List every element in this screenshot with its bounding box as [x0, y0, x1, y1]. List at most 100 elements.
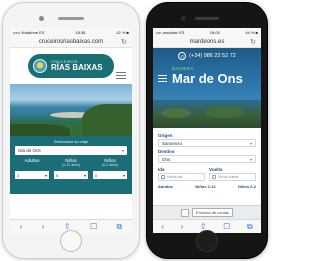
- brand-name: Mar de Ons: [172, 70, 243, 86]
- chevron-down-icon: ▾: [249, 140, 252, 146]
- battery-label: 42 % ■: [116, 29, 129, 35]
- front-camera-icon: [181, 16, 186, 21]
- ida-date-field[interactable]: Fecha ida: [158, 173, 205, 181]
- adults-label-text: Adultos: [24, 158, 40, 163]
- destination-select[interactable]: Ons ▾: [158, 155, 256, 163]
- hill-shape-2: [10, 124, 70, 136]
- adults-label: Adultos: [158, 184, 173, 189]
- dates-row: Ida Fecha ida Vuelta Fecha vuelta: [158, 165, 256, 181]
- origin-label: Origen: [158, 133, 173, 138]
- picker-label[interactable]: Próxima de contas: [191, 208, 234, 217]
- time-label: 18:38: [75, 29, 86, 35]
- white-phone: ••••• Vodafone ES 18:38 42 % ■ cruceiros…: [2, 2, 140, 259]
- children-label: Niños (2-12 años): [54, 158, 88, 170]
- tabs-icon[interactable]: ⧉: [117, 222, 123, 231]
- status-bar: ••••• Vodafone ES 18:38 42 % ■: [10, 28, 132, 36]
- kids-select[interactable]: 0 ▾: [93, 171, 127, 179]
- kids-value: 0: [95, 172, 98, 178]
- left-screen: ••••• Vodafone ES 18:38 42 % ■ cruceiros…: [10, 28, 132, 233]
- reload-icon[interactable]: ↻: [121, 38, 127, 46]
- home-button[interactable]: [196, 230, 218, 252]
- kids-range: (0-2 años): [102, 162, 118, 167]
- ida-label: Ida: [158, 167, 165, 172]
- checkbox-icon[interactable]: [161, 175, 165, 179]
- islands-photo: [153, 100, 261, 128]
- url-text: mardeons.es: [189, 38, 225, 45]
- logo-text: CRUCEIROS RÍAS BAIXAS: [51, 60, 103, 72]
- chevron-down-icon: ▾: [121, 148, 124, 153]
- trip-select[interactable]: Isla de Ons ▾: [15, 146, 127, 155]
- sun-logo-icon: [33, 59, 47, 73]
- right-screen: •••• movistar ES 18:00 44 % ■ mardeons.e…: [153, 28, 261, 233]
- phone-icon: ✆: [178, 52, 187, 60]
- phone-link[interactable]: ✆ (+34) 986 22 52 72: [178, 52, 236, 60]
- back-icon[interactable]: ‹: [161, 222, 164, 231]
- carrier-label: ••••• Vodafone ES: [13, 29, 45, 35]
- address-bar[interactable]: cruceirosriasbaixas.com ↻: [10, 36, 132, 48]
- vuelta-col: Vuelta Fecha vuelta: [209, 165, 256, 181]
- ida-placeholder: Fecha ida: [167, 175, 183, 179]
- children-col: Niños (2-12 años) 0 ▾: [54, 158, 88, 179]
- hero-photo: [10, 84, 132, 136]
- adults-label: Adultos: [15, 158, 49, 170]
- vuelta-date-field[interactable]: Fecha vuelta: [209, 173, 256, 181]
- brand-logo[interactable]: NAVIERA Mar de Ons: [172, 66, 243, 86]
- black-phone: •••• movistar ES 18:00 44 % ■ mardeons.e…: [146, 2, 268, 259]
- picker-bar: Próxima de contas: [153, 205, 261, 219]
- passenger-selectors: Adultos 2 ▾ Niños (2-12 años) 0 ▾ Niños …: [15, 158, 127, 179]
- island-shape-2: [205, 106, 245, 118]
- back-icon[interactable]: ‹: [20, 222, 23, 231]
- forward-icon[interactable]: ›: [42, 222, 45, 231]
- chevron-down-icon: ▾: [249, 156, 252, 162]
- chevron-down-icon: ▾: [83, 172, 86, 178]
- header: CRUCEIROS RÍAS BAIXAS: [10, 48, 132, 84]
- home-button[interactable]: [60, 230, 82, 252]
- ida-col: Ida Fecha ida: [158, 165, 205, 181]
- hill-shape: [82, 104, 132, 136]
- kids-col: Niños (0-2 años) 0 ▾: [93, 158, 127, 179]
- adults-col: Adultos 2 ▾: [15, 158, 49, 179]
- adults-select[interactable]: 2 ▾: [15, 171, 49, 179]
- children-label: Niños 3-12: [195, 184, 216, 189]
- bookmarks-icon[interactable]: ☐: [90, 222, 97, 231]
- carrier-label: •••• movistar ES: [156, 29, 185, 35]
- status-bar: •••• movistar ES 18:00 44 % ■: [153, 28, 261, 36]
- forward-icon[interactable]: ›: [181, 222, 184, 231]
- url-text: cruceirosriasbaixas.com: [38, 38, 104, 45]
- contact-bar: ✆ (+34) 986 22 52 72: [153, 48, 261, 64]
- picker-box[interactable]: [180, 208, 189, 217]
- cruceiros-logo[interactable]: CRUCEIROS RÍAS BAIXAS: [28, 54, 114, 78]
- phone-number: (+34) 986 22 52 72: [189, 53, 236, 59]
- chevron-down-icon: ▾: [44, 172, 47, 178]
- hamburger-menu-icon[interactable]: [116, 72, 126, 79]
- children-select[interactable]: 0 ▾: [54, 171, 88, 179]
- passenger-labels: Adultos Niños 3-12 Niños 0-2: [158, 184, 256, 189]
- adults-value: 2: [17, 172, 20, 178]
- children-range: (2-12 años): [62, 162, 80, 167]
- origin-select[interactable]: Sanxenxo ▾: [158, 139, 256, 147]
- speaker-grille: [195, 17, 219, 20]
- vuelta-placeholder: Fecha vuelta: [218, 175, 239, 179]
- kids-label: Niños (0-2 años): [93, 158, 127, 170]
- origin-value: Sanxenxo: [162, 140, 183, 146]
- hamburger-menu-icon[interactable]: [158, 75, 167, 82]
- checkbox-icon[interactable]: [212, 175, 216, 179]
- form-heading: Seleccione su viaje: [53, 139, 89, 144]
- address-bar[interactable]: mardeons.es ↻: [153, 36, 261, 48]
- speaker-grille: [58, 17, 84, 20]
- chevron-down-icon: ▾: [122, 172, 125, 178]
- destination-label: Destino: [158, 149, 175, 154]
- island-shape: [161, 108, 191, 118]
- battery-label: 44 % ■: [245, 29, 258, 35]
- trip-value: Isla de Ons: [18, 148, 41, 153]
- time-label: 18:00: [209, 29, 220, 35]
- vuelta-label: Vuelta: [209, 167, 223, 172]
- hero-header: ✆ (+34) 986 22 52 72 NAVIERA Mar de Ons: [153, 48, 261, 128]
- children-value: 0: [56, 172, 59, 178]
- reload-icon[interactable]: ↻: [250, 38, 256, 46]
- booking-form: Origen Sanxenxo ▾ Destino Ons ▾ Ida Fech…: [153, 128, 261, 192]
- bookmarks-icon[interactable]: ☐: [223, 222, 230, 231]
- destination-value: Ons: [162, 156, 171, 162]
- tabs-icon[interactable]: ⧉: [247, 222, 253, 231]
- logo-bottom: RÍAS BAIXAS: [51, 63, 103, 72]
